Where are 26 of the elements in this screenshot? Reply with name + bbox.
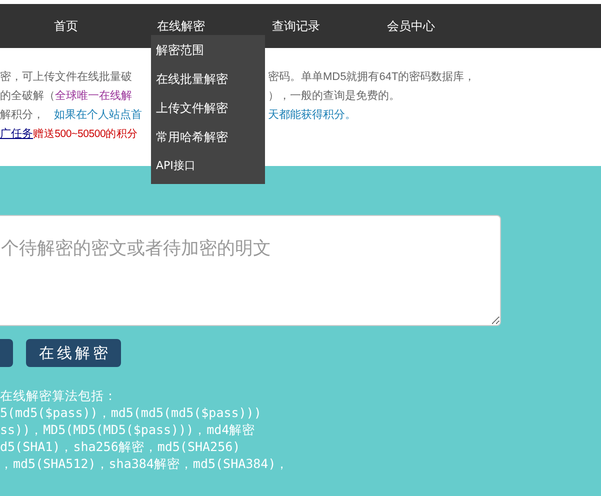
tip-text: 如果在个人站点首 (54, 109, 142, 121)
intro-text: 密，可上传文件在线批量破 (0, 71, 132, 83)
intro-text: 解积分， (0, 109, 44, 121)
menu-item[interactable]: 上传文件解密 (156, 97, 228, 126)
menu-item[interactable]: 常用哈希解密 (156, 126, 228, 155)
tip-text: 天都能获得积分。 (268, 109, 356, 121)
algorithm-text: ，md5(SHA512)，sha384解密，md5(SHA384)， (0, 455, 290, 472)
intro-text: ），一般的查询是免费的。 (268, 90, 400, 102)
menu-item[interactable]: 解密范围 (156, 39, 204, 68)
intro-text: 的全破解（ (0, 90, 55, 102)
decrypt-button[interactable]: 在线解密 (26, 339, 121, 367)
menu-item[interactable]: 在线批量解密 (156, 68, 228, 97)
algorithm-text: d5(SHA1)，sha256解密，md5(SHA256) (0, 438, 242, 455)
nav-item[interactable]: 在线解密 (157, 18, 205, 34)
highlight-text: 全球唯一在线解 (55, 90, 132, 102)
algorithm-text: 在线解密算法包括： (0, 387, 118, 404)
input-field[interactable]: 个待解密的密文或者待加密的明文 (0, 215, 501, 326)
nav-item[interactable]: 会员中心 (387, 18, 435, 34)
reward-text: 赠送500~50500的积分 (33, 128, 138, 140)
nav-item[interactable]: 首页 (54, 18, 78, 34)
task-link[interactable]: 广任务 (0, 128, 33, 140)
algorithm-text: 5(md5($pass))，md5(md5(md5($pass))) (0, 404, 262, 421)
algorithm-text: ss))，MD5(MD5(MD5($pass)))，md4解密 (0, 421, 256, 438)
nav-item[interactable]: 查询记录 (272, 18, 320, 34)
menu-item[interactable]: API接口 (156, 155, 196, 184)
intro-text: 密码。单单MD5就拥有64T的密码数据库， (268, 71, 476, 83)
